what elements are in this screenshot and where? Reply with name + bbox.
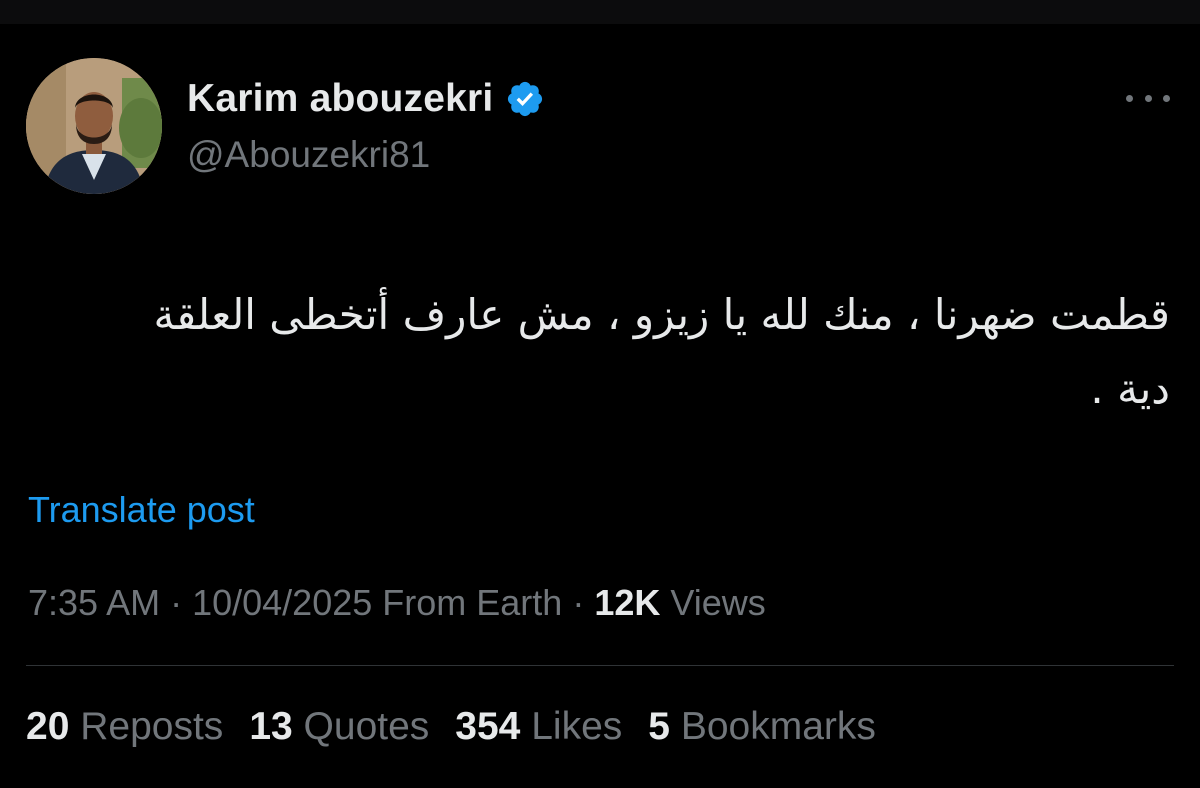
reposts-count: 20	[26, 705, 70, 748]
views-count: 12K	[594, 582, 661, 623]
reposts-label: Reposts	[80, 705, 224, 748]
likes-count: 354	[455, 705, 521, 748]
views-label: Views	[660, 582, 766, 623]
more-dot	[1144, 94, 1152, 102]
author-handle[interactable]: @Abouzekri81	[187, 134, 430, 176]
more-options-icon[interactable]	[1126, 88, 1170, 108]
quotes-stat[interactable]: 13 Quotes	[249, 705, 429, 749]
tweet-text-line: دية .	[1090, 364, 1170, 413]
quotes-count: 13	[249, 705, 293, 748]
likes-stat[interactable]: 354 Likes	[455, 705, 622, 749]
bookmarks-label: Bookmarks	[680, 705, 876, 748]
meta-separator: ·	[562, 582, 595, 623]
divider	[26, 665, 1174, 666]
profile-photo	[26, 58, 162, 194]
reposts-stat[interactable]: 20 Reposts	[26, 705, 223, 749]
author-name-row[interactable]: Karim abouzekri	[187, 74, 545, 124]
likes-label: Likes	[531, 705, 623, 748]
tweet-time[interactable]: 7:35 AM	[28, 582, 160, 623]
engagement-stats: 20 Reposts 13 Quotes 354 Likes 5 Bookmar…	[26, 705, 876, 749]
avatar[interactable]	[26, 58, 162, 194]
verified-badge-icon[interactable]	[505, 79, 545, 119]
tweet-text-line: قطمت ضهرنا ، منك لله يا زيزو ، مش عارف أ…	[153, 290, 1170, 339]
meta-separator: ·	[160, 582, 193, 623]
tweet-meta: 7:35 AM · 10/04/2025 From Earth · 12K Vi…	[28, 582, 766, 624]
tweet-text: قطمت ضهرنا ، منك لله يا زيزو ، مش عارف أ…	[30, 278, 1170, 426]
tweet-date[interactable]: 10/04/2025	[192, 582, 372, 623]
more-dot	[1163, 94, 1170, 102]
display-name[interactable]: Karim abouzekri	[187, 77, 493, 121]
bookmarks-count: 5	[648, 705, 670, 748]
bookmarks-stat[interactable]: 5 Bookmarks	[648, 705, 876, 749]
quotes-label: Quotes	[303, 705, 430, 748]
translate-post-link[interactable]: Translate post	[28, 489, 255, 531]
top-edge-bar	[0, 0, 1200, 24]
tweet-source: From Earth	[372, 582, 563, 623]
more-dot	[1126, 94, 1133, 102]
